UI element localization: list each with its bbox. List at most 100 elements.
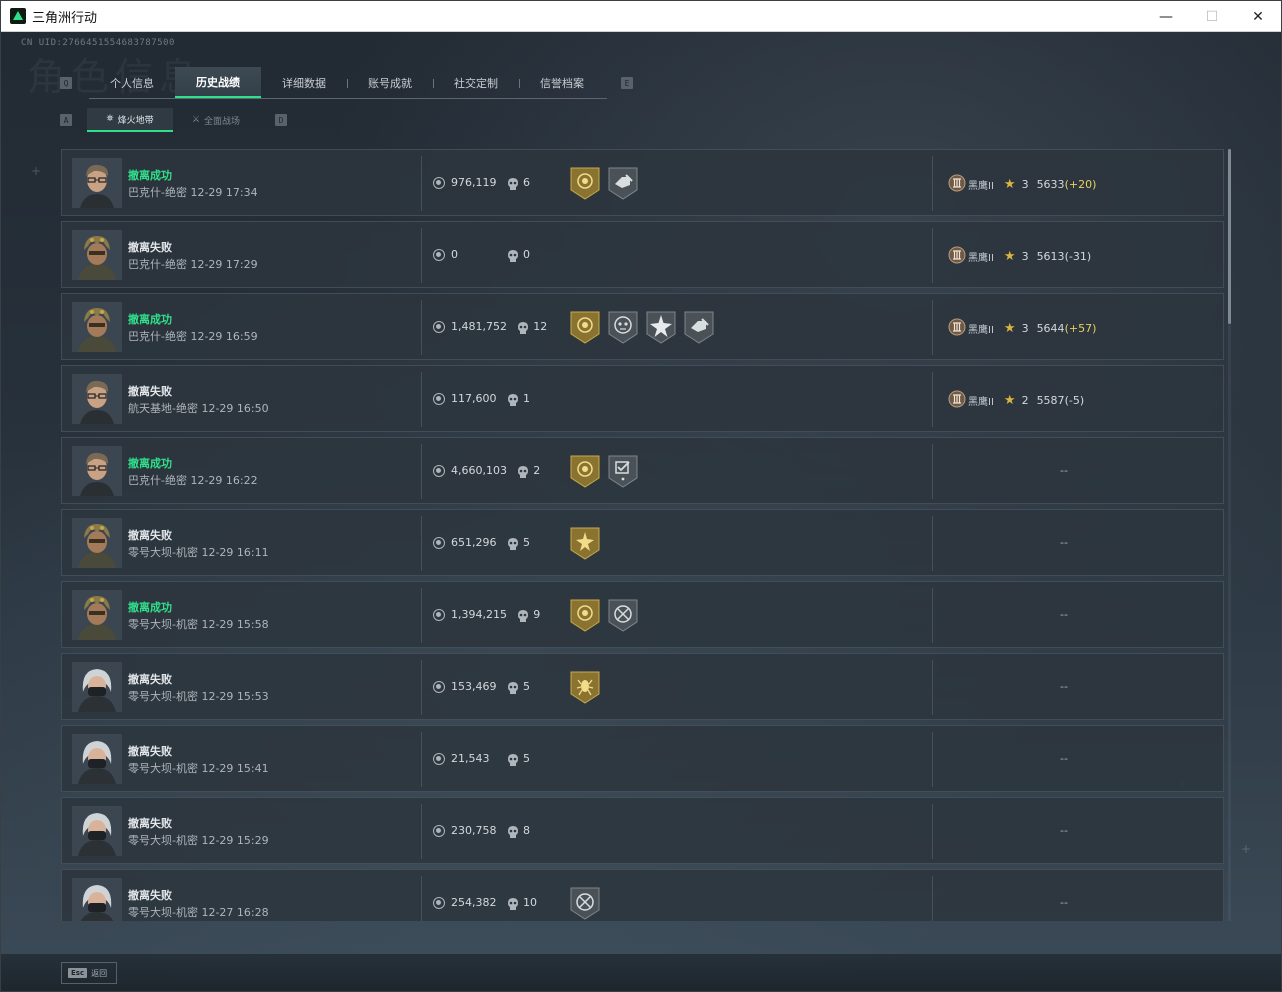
match-record-row[interactable]: 撤离成功 巴克什-绝密 12-29 16:22 4,660,103 2 -- xyxy=(61,437,1224,504)
medal-gray-hand-icon[interactable] xyxy=(684,310,714,348)
column-divider xyxy=(932,732,933,787)
next-tab-key-icon[interactable]: E xyxy=(621,77,633,89)
mode-icon: ⛯ xyxy=(106,114,114,124)
match-record-row[interactable]: 撤离失败 零号大坝-机密 12-29 16:11 651,296 5 -- xyxy=(61,509,1224,576)
skull-icon xyxy=(507,248,519,262)
coin-icon xyxy=(433,825,445,837)
map-and-time: 巴克什-绝密 12-29 17:29 xyxy=(128,258,258,271)
map-and-time: 巴克什-绝密 12-29 17:34 xyxy=(128,186,258,199)
kill-count: 10 xyxy=(523,896,537,909)
loot-value: 976,119 xyxy=(451,176,497,189)
coin-icon xyxy=(433,609,445,621)
medal-gray-hand-icon[interactable] xyxy=(608,166,638,204)
column-divider xyxy=(932,588,933,643)
main-tabs: 个人信息 历史战绩 详细数据 账号成就 社交定制 信誉档案 xyxy=(89,67,607,99)
medal-gold-spider-icon[interactable] xyxy=(570,670,600,708)
rank-emblem-icon xyxy=(948,246,968,267)
coin-icon xyxy=(433,753,445,765)
operator-avatar xyxy=(72,302,122,352)
coin-icon xyxy=(433,537,445,549)
tab-reputation[interactable]: 信誉档案 xyxy=(519,67,605,98)
scrollbar-thumb[interactable] xyxy=(1228,149,1231,324)
match-record-row[interactable]: 撤离失败 巴克什-绝密 12-29 17:29 0 0 黑鹰II ★ 3 5613 (-31) xyxy=(61,221,1224,288)
esc-key-icon: Esc xyxy=(68,968,88,978)
column-divider xyxy=(932,300,933,355)
extraction-status: 撤离成功 xyxy=(128,601,172,614)
skull-icon xyxy=(517,608,529,622)
rank-score: 5613 xyxy=(1036,250,1065,263)
game-window: 三角洲行动 — ☐ ✕ 角色信息 CN UID:2766451554683787… xyxy=(0,0,1282,992)
medal-list xyxy=(570,310,714,348)
window-title: 三角洲行动 xyxy=(32,10,98,26)
column-divider xyxy=(421,516,422,571)
match-record-row[interactable]: 撤离失败 航天基地-绝密 12-29 16:50 117,600 1 黑鹰II ★ 2 558… xyxy=(61,365,1224,432)
tab-label: 信誉档案 xyxy=(540,76,584,90)
operator-avatar xyxy=(72,230,122,280)
match-record-row[interactable]: 撤离成功 巴克什-绝密 12-29 17:34 976,119 6 黑鹰II ★ 3 5633… xyxy=(61,149,1224,216)
match-record-row[interactable]: 撤离失败 零号大坝-机密 12-29 15:29 230,758 8 -- xyxy=(61,797,1224,864)
column-divider xyxy=(421,804,422,859)
medal-gray-skull-icon[interactable] xyxy=(608,310,638,348)
medal-gray-star-icon[interactable] xyxy=(646,310,676,348)
kill-count: 9 xyxy=(533,608,541,621)
medal-list xyxy=(570,598,638,636)
rank-score-empty: -- xyxy=(1060,536,1068,549)
star-count: 3 xyxy=(1021,322,1029,335)
rank-name: 黑鹰II xyxy=(968,181,994,192)
star-icon: ★ xyxy=(1003,177,1016,192)
operator-avatar xyxy=(72,158,122,208)
coin-icon xyxy=(433,177,445,189)
subtab-hazard-zone[interactable]: ⛯ 烽火地带 xyxy=(87,108,173,132)
close-button[interactable]: ✕ xyxy=(1235,1,1281,32)
match-record-row[interactable]: 撤离失败 零号大坝-机密 12-29 15:41 21,543 5 -- xyxy=(61,725,1224,792)
rank-emblem-icon xyxy=(948,318,968,339)
subtab-label: 全面战场 xyxy=(204,116,241,127)
match-record-row[interactable]: 撤离成功 零号大坝-机密 12-29 15:58 1,394,215 9 -- xyxy=(61,581,1224,648)
map-and-time: 零号大坝-机密 12-29 16:11 xyxy=(128,546,269,559)
tab-label: 账号成就 xyxy=(368,76,412,90)
column-divider xyxy=(932,516,933,571)
medal-gold-burst-icon[interactable] xyxy=(570,526,600,564)
match-record-row[interactable]: 撤离失败 零号大坝-机密 12-27 16:28 254,382 10 -- xyxy=(61,869,1224,921)
rank-score-empty: -- xyxy=(1060,608,1068,621)
tab-profile[interactable]: 个人信息 xyxy=(89,67,175,98)
tab-social[interactable]: 社交定制 xyxy=(433,67,519,98)
rank-score: 5587 xyxy=(1036,394,1065,407)
operator-avatar xyxy=(72,734,122,784)
skull-icon xyxy=(507,392,519,406)
map-and-time: 零号大坝-机密 12-29 15:29 xyxy=(128,834,269,847)
medal-gray-cross-icon[interactable] xyxy=(608,598,638,636)
star-count: 2 xyxy=(1021,394,1029,407)
medal-gold-shield-icon[interactable] xyxy=(570,598,600,636)
column-divider xyxy=(421,660,422,715)
medal-list xyxy=(570,166,638,204)
tab-details[interactable]: 详细数据 xyxy=(261,67,347,98)
next-subtab-key-icon[interactable]: D xyxy=(275,114,287,126)
tab-history[interactable]: 历史战绩 xyxy=(175,67,261,98)
map-and-time: 零号大坝-机密 12-27 16:28 xyxy=(128,906,269,919)
medal-gray-check-icon[interactable] xyxy=(608,454,638,492)
subtab-warfare[interactable]: ⚔ 全面战场 xyxy=(173,108,259,132)
column-divider xyxy=(932,228,933,283)
prev-subtab-key-icon[interactable]: A xyxy=(60,114,72,126)
column-divider xyxy=(932,372,933,427)
medal-list xyxy=(570,670,600,708)
score-delta: (+20) xyxy=(1064,178,1097,191)
match-record-row[interactable]: 撤离成功 巴克什-绝密 12-29 16:59 1,481,752 12 黑鹰II ★ 3 5… xyxy=(61,293,1224,360)
medal-gold-shield-icon[interactable] xyxy=(570,310,600,348)
rank-score-empty: -- xyxy=(1060,896,1068,909)
prev-tab-key-icon[interactable]: Q xyxy=(60,77,72,89)
tab-achievements[interactable]: 账号成就 xyxy=(347,67,433,98)
back-label: 返回 xyxy=(91,968,108,978)
medal-gold-shield-icon[interactable] xyxy=(570,166,600,204)
medal-gray-cross-icon[interactable] xyxy=(570,886,600,921)
match-record-row[interactable]: 撤离失败 零号大坝-机密 12-29 15:53 153,469 5 -- xyxy=(61,653,1224,720)
medal-gold-shield-icon[interactable] xyxy=(570,454,600,492)
map-and-time: 巴克什-绝密 12-29 16:59 xyxy=(128,330,258,343)
rank-score-empty: -- xyxy=(1060,464,1068,477)
loot-value: 1,394,215 xyxy=(451,608,507,621)
medal-list xyxy=(570,526,600,564)
maximize-button[interactable]: ☐ xyxy=(1189,1,1235,32)
minimize-button[interactable]: — xyxy=(1143,1,1189,32)
back-button[interactable]: Esc 返回 xyxy=(61,962,117,984)
